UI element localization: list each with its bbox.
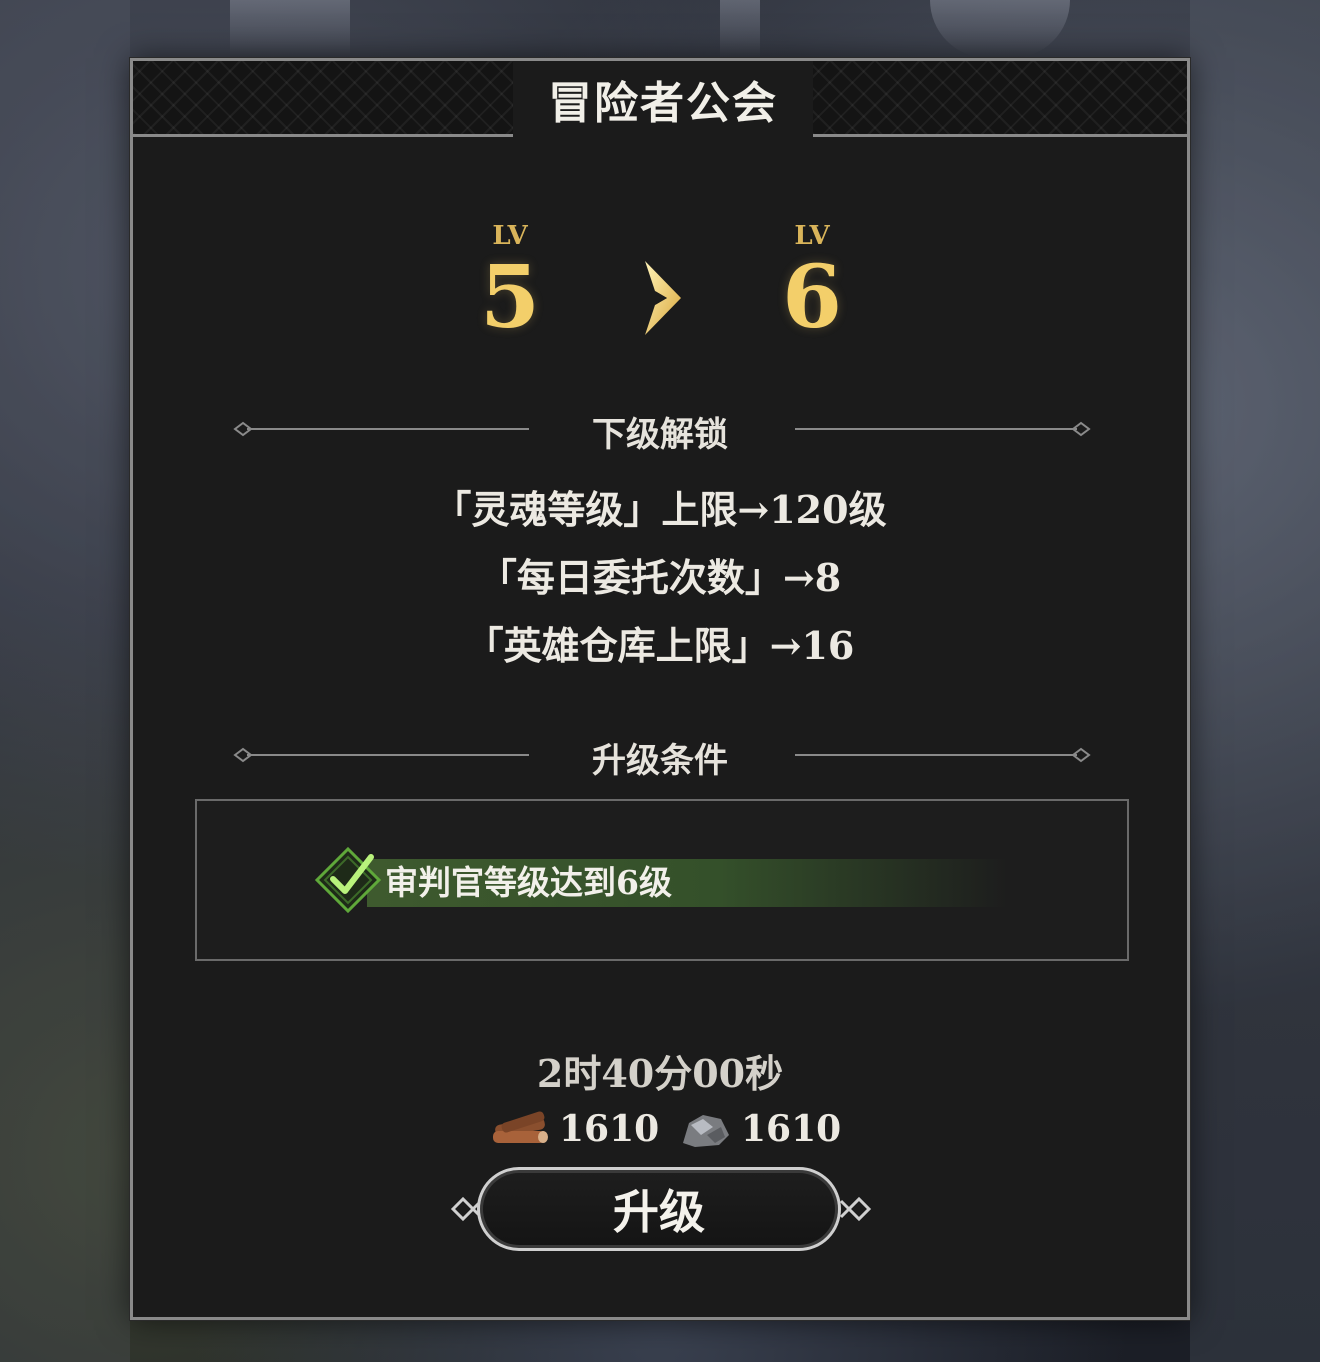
current-level-value: 5 <box>480 247 540 348</box>
next-level-value: 6 <box>782 247 842 348</box>
wood-cost: 1610 <box>491 1107 659 1151</box>
panel-title: 冒险者公会 <box>548 78 778 129</box>
panel-header: 冒险者公会 <box>133 61 1187 137</box>
current-level: LV 5 <box>450 221 570 341</box>
wood-icon <box>493 1111 548 1143</box>
unlock-item-hero-storage: 「英雄仓库上限」→16 <box>465 623 855 668</box>
bg-spire <box>720 0 760 58</box>
bg-dome <box>930 0 1070 58</box>
check-icon <box>314 846 382 914</box>
unlock-item-soul-level: 「灵魂等级」上限→120级 <box>433 487 887 532</box>
divider-right-ornament <box>795 421 1091 437</box>
guild-upgrade-panel: 冒险者公会 LV 5 LV 6 下级解锁 「灵魂等级」上限→120级 「每日委托… <box>130 58 1190 1320</box>
bg-castle-left <box>0 0 130 1362</box>
next-level: LV 6 <box>752 221 872 341</box>
bg-tower-top <box>230 0 350 58</box>
ore-cost-value: 1610 <box>741 1108 842 1150</box>
wood-cost-value: 1610 <box>559 1108 660 1150</box>
upgrade-button[interactable]: 升级 <box>477 1167 841 1251</box>
condition-list: 审判官等级达到6级 <box>195 799 1129 961</box>
ore-cost: 1610 <box>677 1107 841 1151</box>
bg-castle-right <box>1190 0 1320 1362</box>
button-right-ornament-icon <box>839 1196 872 1222</box>
unlock-item-daily-commissions: 「每日委托次数」→8 <box>478 555 842 600</box>
title-plate: 冒险者公会 <box>513 61 813 137</box>
condition-text: 审判官等级达到6级 <box>385 863 672 902</box>
level-up-arrow-icon <box>645 261 681 335</box>
divider-right-ornament <box>795 747 1091 763</box>
ore-icon <box>683 1115 729 1147</box>
upgrade-time: 2时40分00秒 <box>536 1051 784 1096</box>
